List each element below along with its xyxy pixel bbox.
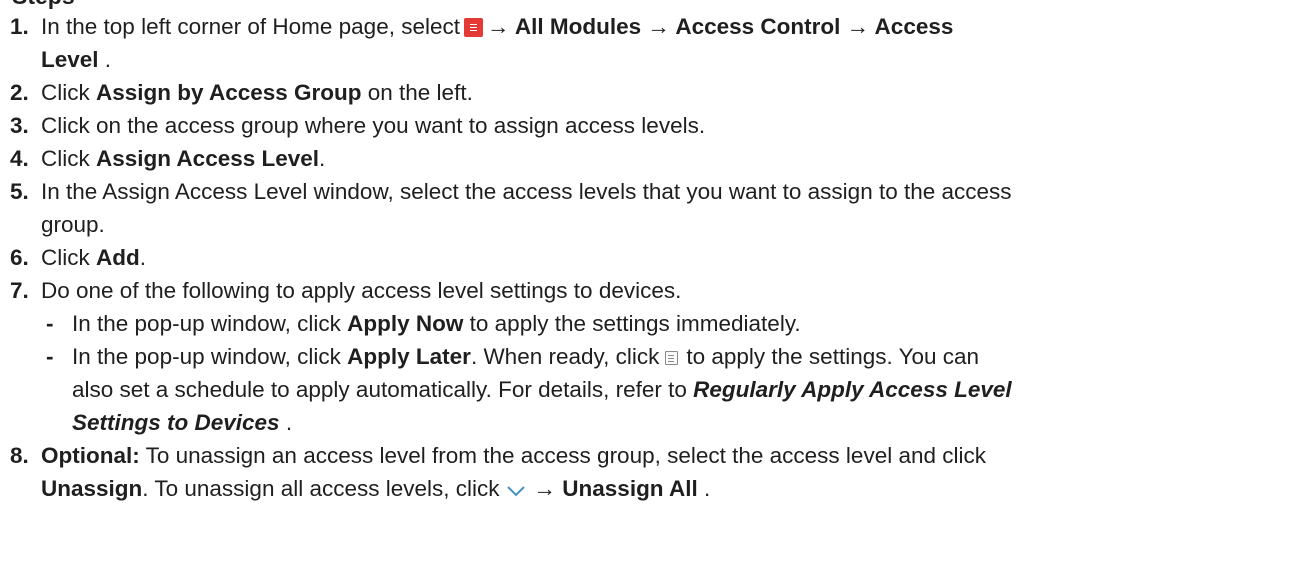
- apply-settings-icon: [665, 351, 679, 365]
- step-1-path-end: Level: [41, 47, 99, 72]
- document-page: Steps 1. In the top left corner of Home …: [0, 0, 1291, 581]
- menu-icon: [464, 18, 483, 37]
- step-1-path: → All Modules → Access Control → Access: [487, 14, 954, 39]
- reference-link-cont[interactable]: Settings to Devices: [72, 410, 280, 435]
- chevron-down-icon: [506, 486, 525, 497]
- step-text: In the top left corner of Home page, sel…: [41, 14, 954, 39]
- reference-link[interactable]: Regularly Apply Access Level: [693, 377, 1011, 402]
- steps-heading: Steps: [12, 0, 75, 9]
- step-number: 1.: [10, 14, 29, 39]
